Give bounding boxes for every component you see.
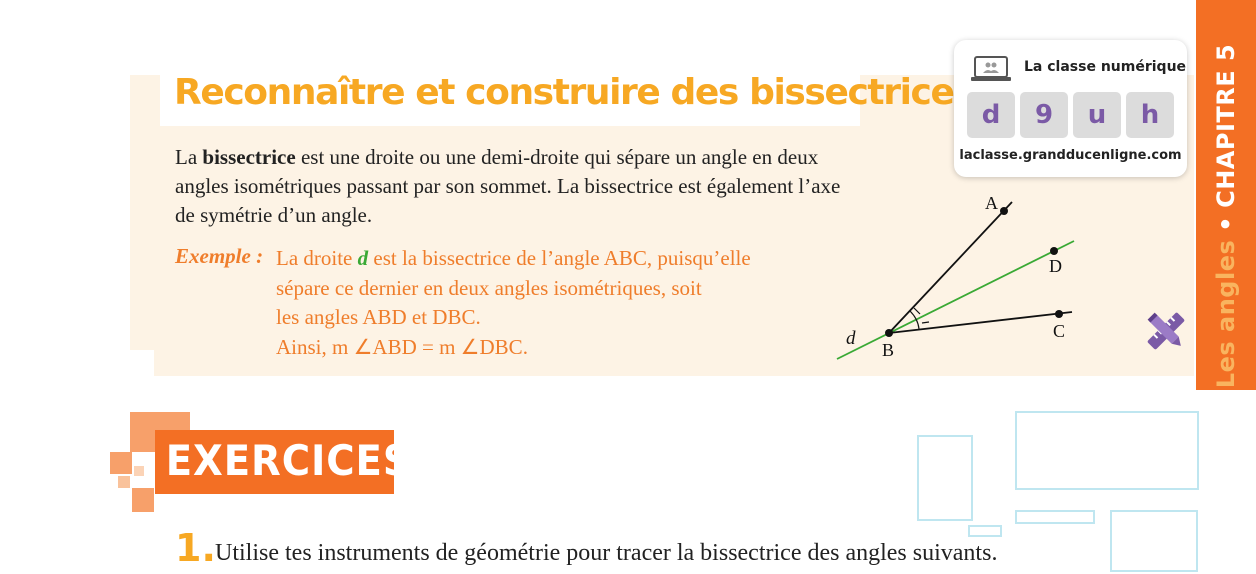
point-b-dot	[885, 329, 893, 337]
example-label: Exemple :	[175, 244, 264, 268]
example-line-2: sépare ce dernier en deux angles isométr…	[276, 275, 702, 300]
code-char-4: h	[1126, 92, 1174, 138]
example-line-1-start: La droite	[276, 246, 358, 270]
digital-class-card[interactable]: La classe numérique d 9 u h laclasse.gra…	[954, 40, 1187, 177]
code-char-1: d	[967, 92, 1015, 138]
label-a: A	[985, 193, 998, 213]
chapter-number: CHAPITRE 5	[1212, 43, 1240, 208]
digital-class-title: La classe numérique	[1024, 59, 1187, 75]
example-line-4: Ainsi, m ∠ABD = m ∠DBC.	[276, 334, 528, 359]
theory-box-notch	[130, 350, 154, 376]
example-line-3: les angles ABD et DBC.	[276, 305, 481, 329]
angle-tick-1	[913, 307, 921, 315]
example-line-1-end: est la bissectrice de l’angle ABC, puisq…	[368, 246, 751, 270]
definition-intro: La	[175, 145, 203, 169]
bisector-line-d	[836, 240, 1075, 360]
definition-text: La bissectrice est une droite ou une dem…	[175, 143, 865, 230]
access-code: d 9 u h	[967, 92, 1174, 138]
ray-bc	[888, 311, 1073, 334]
exercises-title-text: EXERCICES	[165, 436, 412, 485]
bisector-figure: A B C D d	[836, 193, 1075, 360]
label-b: B	[882, 340, 894, 360]
code-char-2: 9	[1020, 92, 1068, 138]
geometry-tools-icon	[1147, 312, 1185, 350]
point-c-dot	[1055, 310, 1063, 318]
section-title: Reconnaître et construire des bissectric…	[174, 72, 975, 113]
laptop-icon	[971, 56, 1011, 81]
example-text: La droite d est la bissectrice de l’angl…	[276, 244, 836, 362]
question-1-text: Utilise tes instruments de géométrie pou…	[215, 540, 998, 566]
exercises-title: EXERCICES	[155, 436, 411, 485]
definition-keyword: bissectrice	[202, 145, 296, 169]
chapter-side-label: Les angles • CHAPITRE 5	[1212, 44, 1240, 388]
point-d-dot	[1050, 247, 1058, 255]
code-char-3: u	[1073, 92, 1121, 138]
example-line-d: d	[357, 246, 369, 270]
example-line-1: La droite d est la bissectrice de l’angl…	[276, 244, 836, 274]
chapter-separator: •	[1212, 215, 1240, 232]
label-c: C	[1053, 321, 1065, 341]
question-1-number: 1.	[175, 526, 216, 570]
angle-tick-2	[921, 321, 930, 324]
point-a-dot	[1000, 207, 1008, 215]
exercises-banner: EXERCICES	[155, 430, 411, 494]
chapter-theme: Les angles	[1212, 239, 1240, 389]
label-d: D	[1049, 256, 1062, 276]
digital-class-url[interactable]: laclasse.grandducenligne.com	[954, 148, 1187, 163]
label-line-d: d	[846, 328, 856, 349]
ray-ba	[888, 201, 1013, 334]
